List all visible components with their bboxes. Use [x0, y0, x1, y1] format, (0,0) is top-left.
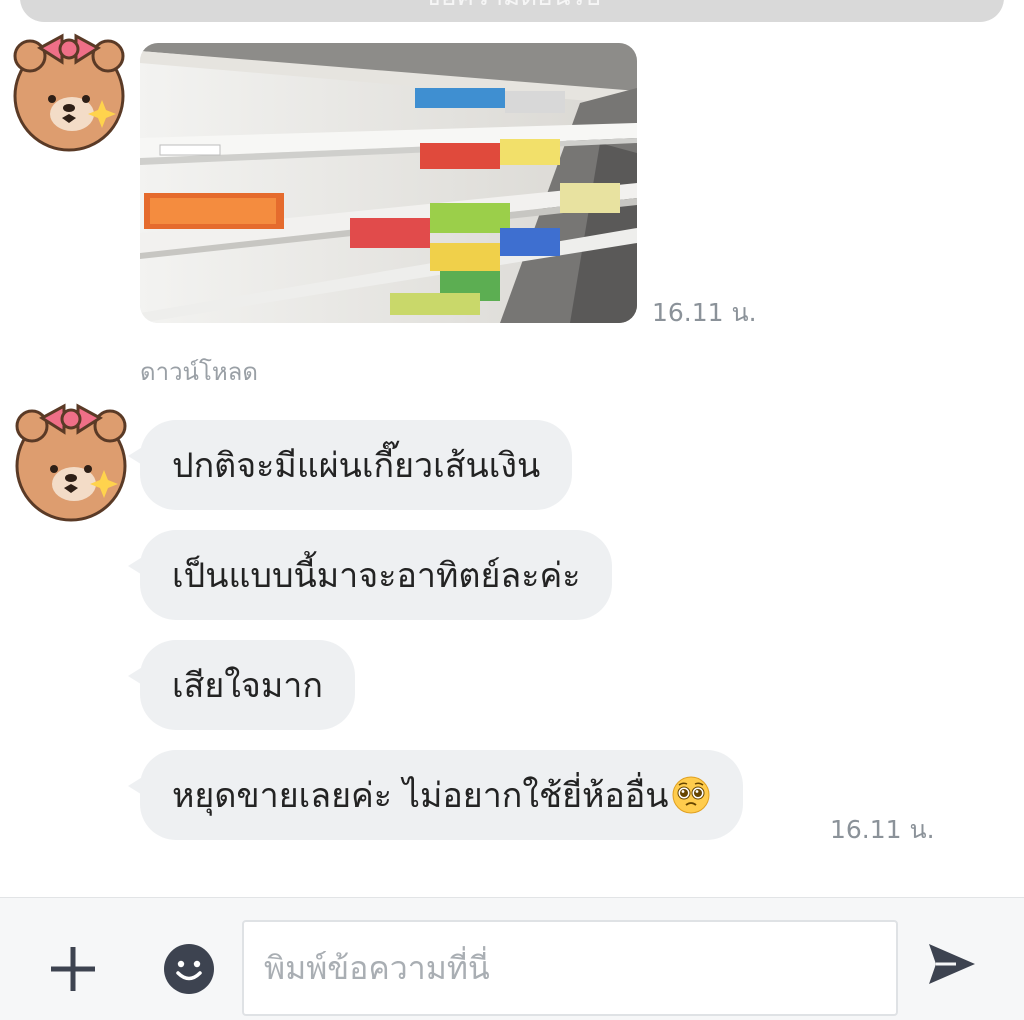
- message-text: ปกติจะมีแผ่นเกี๊ยวเส้นเงิน: [172, 446, 541, 486]
- message-text: เสียใจมาก: [172, 666, 323, 706]
- chat-screen: ข้อความต้อนรับ: [0, 0, 1024, 1020]
- bear-avatar-icon: [13, 33, 125, 152]
- message-text: เป็นแบบนี้มาจะอาทิตย์ละค่ะ: [172, 556, 581, 596]
- message-composer: [0, 897, 1024, 1020]
- message-timestamp: 16.11 น.: [652, 298, 757, 327]
- download-link[interactable]: ดาวน์โหลด: [140, 352, 258, 391]
- message-input[interactable]: [242, 920, 898, 1016]
- message-bubble[interactable]: ปกติจะมีแผ่นเกี๊ยวเส้นเงิน: [127, 420, 573, 510]
- top-banner[interactable]: ข้อความต้อนรับ: [20, 0, 1004, 22]
- message-bubble[interactable]: เสียใจมาก: [128, 640, 355, 730]
- smiley-icon[interactable]: [162, 942, 216, 996]
- sender-avatar[interactable]: [8, 396, 134, 522]
- pleading-face-emoji: [672, 776, 709, 814]
- message-bubble[interactable]: เป็นแบบนี้มาจะอาทิตย์ละค่ะ: [127, 530, 613, 620]
- shelf-photo[interactable]: [140, 43, 637, 323]
- message-timestamp: 16.11 น.: [830, 815, 935, 844]
- send-icon[interactable]: [926, 940, 978, 988]
- plus-icon[interactable]: [48, 944, 98, 994]
- supermarket-shelf-image: [140, 43, 637, 323]
- message-text: หยุดขายเลยค่ะ ไม่อยากใช้ยี่ห้ออื่น: [172, 776, 669, 816]
- bear-avatar-icon: [15, 403, 127, 522]
- message-bubble[interactable]: หยุดขายเลยค่ะ ไม่อยากใช้ยี่ห้ออื่น: [128, 750, 743, 840]
- sender-avatar[interactable]: [6, 26, 132, 152]
